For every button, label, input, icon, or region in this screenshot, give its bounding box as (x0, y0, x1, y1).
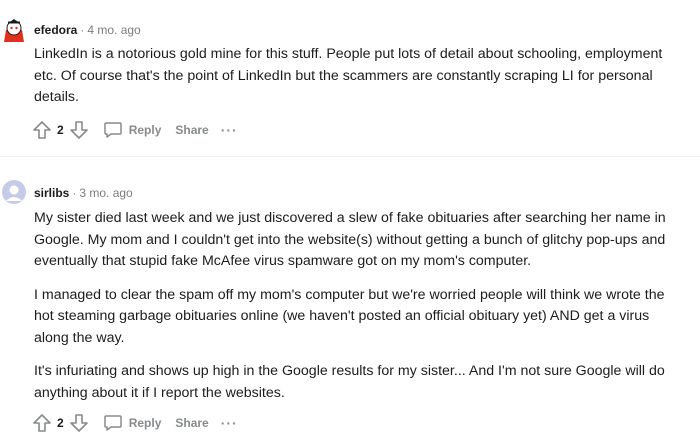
comment-meta: sirlibs · 3 mo. ago (34, 185, 133, 201)
reply-button[interactable]: Reply (103, 413, 162, 433)
upvote-button[interactable] (32, 413, 52, 433)
share-label: Share (175, 123, 209, 137)
more-options-icon[interactable]: ··· (221, 122, 238, 138)
comment-paragraph: It's infuriating and shows up high in th… (34, 363, 665, 401)
downvote-arrow-icon (69, 121, 88, 139)
more-options-icon[interactable]: ··· (221, 415, 238, 431)
reply-button[interactable]: Reply (103, 120, 162, 140)
downvote-arrow-icon (69, 414, 88, 432)
meta-separator: · (72, 186, 77, 200)
reply-bubble-icon (103, 415, 122, 431)
upvote-button[interactable] (32, 120, 52, 140)
reply-label: Reply (128, 416, 162, 430)
share-button[interactable]: Share (175, 123, 208, 137)
comment-body: My sister died last week and we just dis… (34, 208, 674, 416)
reply-bubble-icon (103, 122, 122, 138)
avatar-default[interactable] (2, 180, 26, 204)
vote-score: 2 (57, 123, 64, 137)
comment-actions: 2 Reply Share ··· (32, 411, 238, 435)
meta-separator: · (80, 23, 85, 37)
reply-label: Reply (128, 123, 162, 137)
avatar-snoo-red[interactable] (2, 18, 26, 42)
comment-paragraph: I managed to clear the spam off my mom's… (34, 286, 665, 346)
comment-time[interactable]: 3 mo. ago (79, 186, 132, 200)
vote-score: 2 (57, 416, 64, 430)
comment-meta: efedora · 4 mo. ago (34, 22, 141, 38)
downvote-button[interactable] (69, 120, 89, 140)
share-label: Share (175, 416, 209, 430)
downvote-button[interactable] (69, 413, 89, 433)
author-name[interactable]: sirlibs (34, 186, 69, 200)
upvote-arrow-icon (33, 121, 51, 139)
share-button[interactable]: Share (175, 416, 208, 430)
comment-paragraph: My sister died last week and we just dis… (34, 210, 666, 269)
comment-paragraph: LinkedIn is a notorious gold mine for th… (34, 46, 663, 105)
comment-divider (0, 156, 700, 157)
comment-body: LinkedIn is a notorious gold mine for th… (34, 44, 674, 121)
comment-time[interactable]: 4 mo. ago (87, 23, 140, 37)
upvote-arrow-icon (33, 414, 51, 432)
author-name[interactable]: efedora (34, 23, 77, 37)
comment-actions: 2 Reply Share ··· (32, 118, 238, 142)
